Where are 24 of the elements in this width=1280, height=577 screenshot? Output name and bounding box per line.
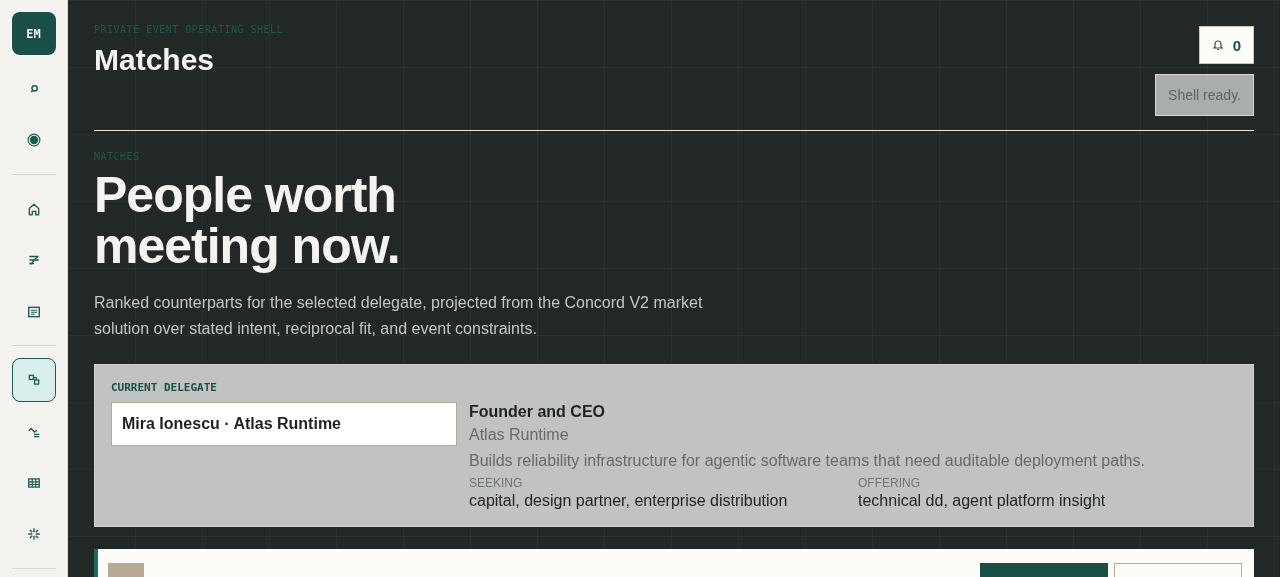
status-toast: Shell ready. [1155, 74, 1254, 116]
user-avatar[interactable]: EM [11, 12, 56, 56]
fact-label: OFFERING [858, 476, 921, 490]
notifications-button[interactable]: 0 [1198, 26, 1254, 64]
nodes-icon [26, 373, 41, 388]
grid-icon [26, 475, 41, 490]
page-title: Matches [94, 43, 216, 77]
document-icon [26, 304, 41, 319]
delegate-select[interactable]: Mira Ionescu · Atlas Runtime [111, 402, 457, 446]
delegate-role: Founder and CEO [469, 402, 606, 422]
bell-icon [1211, 39, 1224, 51]
headline: People worth meeting now. [94, 170, 401, 272]
panel-label: CURRENT DELEGATE [111, 381, 218, 394]
intro-text: Ranked counterparts for the selected delegate, projected from the Concord V2 market solution over stated intent, reciprocal fit, and event constraints. [94, 293, 704, 339]
delegate-company: Atlas Runtime [469, 425, 570, 445]
lines-icon [26, 253, 41, 268]
fact-value: capital, design partner, enterprise distribution [469, 491, 789, 511]
fact-label: SEEKING [469, 476, 524, 490]
sparkle-icon [26, 527, 41, 542]
delegate-bio: Builds reliability infrastructure for agentic software teams that need auditable deployment paths. [469, 451, 1145, 471]
home-icon [26, 201, 41, 216]
fact-value: technical dd, agent platform insight [858, 491, 1107, 511]
radio-icon [26, 133, 41, 148]
nav-button[interactable] [11, 358, 56, 402]
